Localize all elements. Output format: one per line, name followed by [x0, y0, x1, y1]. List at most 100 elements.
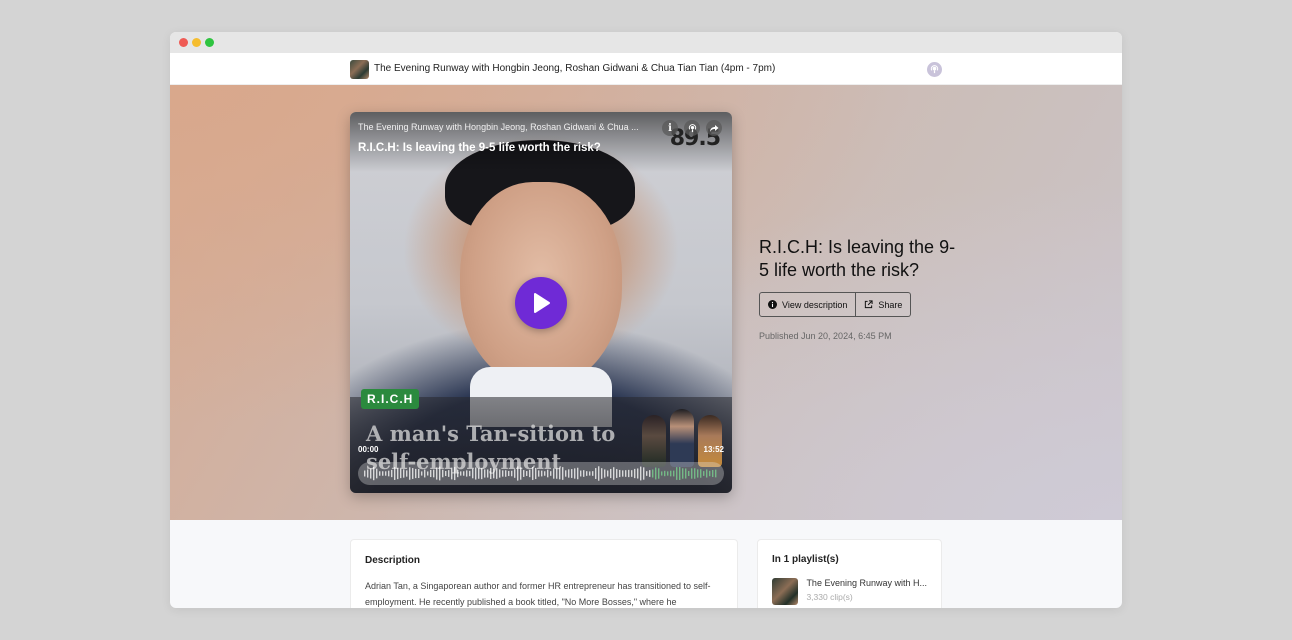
waveform-bar	[637, 468, 639, 479]
waveform-bar	[538, 470, 540, 477]
waveform-bar	[421, 471, 423, 476]
total-duration: 13:52	[703, 445, 724, 454]
show-title-link[interactable]: The Evening Runway with Hongbin Jeong, R…	[374, 63, 775, 74]
waveform-bar	[712, 470, 714, 477]
view-description-button[interactable]: View description	[759, 292, 857, 317]
waveform-bar	[619, 469, 621, 478]
playlist-clip-count: 3,330 clip(s)	[806, 592, 853, 602]
waveform-bar	[544, 471, 546, 476]
info-icon[interactable]: i	[662, 120, 678, 136]
waveform-bar	[700, 469, 702, 478]
waveform-bar	[424, 469, 426, 478]
host-figure	[642, 415, 666, 467]
waveform-bar	[574, 468, 576, 479]
waveform-bar	[685, 468, 687, 479]
waveform-bar	[382, 471, 384, 476]
waveform-bar	[400, 468, 402, 479]
info-circle-icon	[768, 300, 777, 309]
waveform-bar	[697, 469, 699, 478]
waveform-bar	[676, 467, 678, 480]
window-titlebar	[170, 32, 1122, 53]
episode-info: R.I.C.H: Is leaving the 9-5 life worth t…	[759, 236, 959, 341]
waveform-bar	[580, 470, 582, 477]
waveform-bar	[583, 470, 585, 477]
waveform-bar	[694, 468, 696, 479]
waveform-bar	[472, 468, 474, 479]
audio-waveform-scrubber[interactable]	[358, 462, 724, 485]
podcast-icon[interactable]	[927, 62, 942, 77]
waveform-bar	[496, 468, 498, 479]
waveform-bar	[601, 468, 603, 479]
waveform-bar	[385, 471, 387, 476]
share-button[interactable]: Share	[856, 292, 912, 317]
waveform-bar	[562, 467, 564, 480]
host-figure	[698, 415, 722, 467]
waveform-bar	[478, 468, 480, 479]
waveform-bar	[607, 470, 609, 477]
waveform-bar	[628, 469, 630, 478]
current-time: 00:00	[358, 445, 379, 454]
waveform-bar	[541, 470, 543, 477]
description-text: Adrian Tan, a Singaporean author and for…	[365, 581, 711, 607]
playlist-name[interactable]: The Evening Runway with H...	[806, 578, 927, 588]
playlist-item[interactable]: The Evening Runway with H... 3,330 clip(…	[772, 578, 927, 605]
waveform-bar	[556, 468, 558, 479]
waveform-bar	[715, 469, 717, 478]
waveform-bar	[553, 468, 555, 479]
waveform-bar	[430, 469, 432, 478]
close-window-button[interactable]	[179, 38, 188, 47]
waveform-bar	[427, 471, 429, 476]
waveform-bar	[649, 470, 651, 477]
waveform-bar	[613, 467, 615, 480]
minimize-window-button[interactable]	[192, 38, 201, 47]
player-show-title[interactable]: The Evening Runway with Hongbin Jeong, R…	[358, 122, 658, 132]
waveform-bar	[586, 471, 588, 476]
play-button[interactable]	[515, 277, 567, 329]
waveform-bar	[655, 467, 657, 480]
playlists-card: In 1 playlist(s) The Evening Runway with…	[757, 539, 942, 608]
waveform-bar	[640, 466, 642, 481]
waveform-bar	[463, 471, 465, 476]
podcast-icon[interactable]	[684, 120, 700, 136]
waveform-bar	[520, 467, 522, 480]
waveform-bar	[448, 470, 450, 477]
waveform-bar	[691, 468, 693, 479]
waveform-bar	[508, 470, 510, 477]
top-bar: The Evening Runway with Hongbin Jeong, R…	[170, 53, 1122, 85]
waveform-bar	[373, 466, 375, 481]
waveform-bar	[406, 470, 408, 477]
waveform-bar	[523, 470, 525, 477]
waveform-bar	[499, 469, 501, 478]
episode-player[interactable]: 89.5 The Evening Runway with Hongbin Jeo…	[350, 112, 732, 493]
waveform-bar	[706, 469, 708, 478]
playlist-text: The Evening Runway with H... 3,330 clip(…	[806, 578, 927, 605]
waveform-bar	[550, 471, 552, 476]
waveform-bar	[439, 466, 441, 481]
waveform-bar	[502, 470, 504, 477]
waveform-bar	[532, 466, 534, 481]
share-arrow-icon[interactable]	[706, 120, 722, 136]
waveform-bar	[568, 469, 570, 478]
view-description-label: View description	[782, 299, 848, 310]
waveform-bar	[661, 471, 663, 476]
waveform-bar	[445, 470, 447, 477]
waveform-bar	[709, 470, 711, 477]
waveform-bar	[643, 467, 645, 480]
waveform-bar	[547, 469, 549, 478]
waveform-bar	[589, 471, 591, 476]
waveform-bar	[487, 469, 489, 478]
waveform-bar	[667, 471, 669, 476]
description-card: Description Adrian Tan, a Singaporean au…	[350, 539, 738, 608]
waveform-bar	[646, 471, 648, 476]
waveform-bar	[412, 468, 414, 479]
show-thumbnail[interactable]	[350, 60, 369, 79]
episode-actions: View description Share	[759, 292, 959, 317]
waveform-bar	[364, 470, 366, 477]
waveform-bar	[397, 467, 399, 480]
waveform-bar	[418, 468, 420, 479]
waveform-bar	[370, 468, 372, 479]
player-episode-title: R.I.C.H: Is leaving the 9-5 life worth t…	[358, 142, 601, 154]
waveform-bar	[664, 470, 666, 477]
waveform-bar	[604, 469, 606, 478]
maximize-window-button[interactable]	[205, 38, 214, 47]
